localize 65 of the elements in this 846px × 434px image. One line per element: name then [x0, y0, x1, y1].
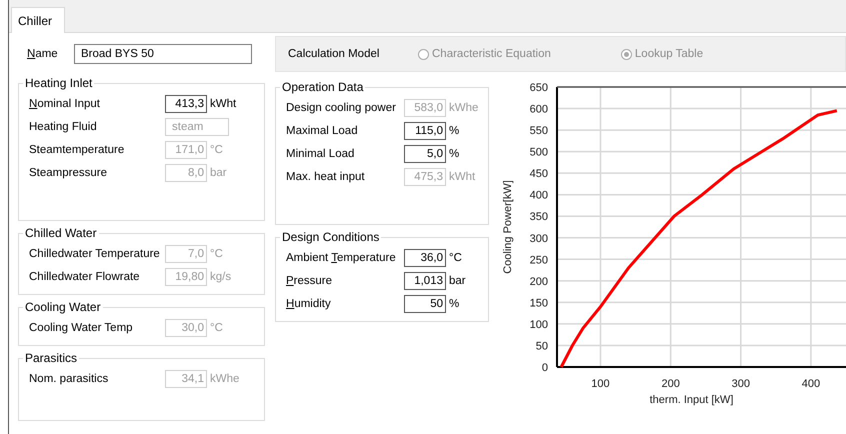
unit-label: °C: [210, 248, 223, 260]
input-field[interactable]: 413,3: [165, 94, 207, 112]
unit-label: kWhe: [210, 372, 240, 384]
field-label: Minimal Load: [286, 148, 356, 160]
field-label: Design cooling power: [286, 102, 397, 114]
field-label: Maximal Load: [286, 124, 359, 136]
group-title: Heating Inlet: [24, 76, 94, 90]
field-label: Chilledwater Flowrate: [29, 270, 141, 282]
x-tick-label: 300: [732, 378, 750, 390]
unit-label: %: [449, 298, 460, 310]
input-field[interactable]: 1,013: [404, 272, 446, 290]
unit-label: kWhe: [449, 102, 478, 114]
field-label: Cooling Water Temp: [29, 322, 134, 334]
group-title: Cooling Water: [24, 300, 102, 314]
unit-label: °C: [449, 252, 462, 264]
y-tick-label: 50: [536, 340, 548, 352]
y-tick-label: 450: [530, 168, 548, 180]
unit-label: kWht: [210, 98, 236, 110]
x-tick-label: 200: [661, 378, 680, 390]
unit-label: °C: [210, 144, 223, 156]
field-label: Max. heat input: [286, 170, 366, 182]
name-label: Name: [26, 48, 59, 60]
y-tick-label: 400: [530, 190, 548, 202]
input-field[interactable]: 5,0: [404, 144, 446, 162]
y-tick-label: 100: [530, 318, 548, 331]
y-tick-label: 200: [530, 276, 548, 288]
field-label: Nom. parasitics: [29, 372, 110, 384]
unit-label: %: [449, 124, 460, 136]
y-tick-label: 500: [530, 146, 548, 159]
field-label: Steamtemperature: [29, 144, 126, 156]
calculation-model-label: Calculation Model: [288, 48, 380, 60]
group-title: Chilled Water: [24, 226, 98, 240]
y-tick-label: 0: [542, 362, 548, 374]
field-label: Humidity: [286, 298, 332, 310]
y-tick-label: 150: [530, 297, 548, 310]
input-field[interactable]: 36,0: [404, 248, 446, 266]
field-label: Pressure: [286, 274, 334, 286]
y-tick-label: 350: [530, 211, 548, 224]
field-label: Chilledwater Temperature: [29, 248, 161, 260]
field-label: Steampressure: [29, 166, 108, 178]
group-title: Design Conditions: [281, 230, 380, 244]
unit-label: bar: [449, 274, 466, 286]
field-label: Heating Fluid: [29, 120, 98, 132]
group-title: Operation Data: [281, 80, 364, 94]
x-tick-label: 400: [802, 378, 820, 390]
y-tick-label: 550: [530, 125, 548, 138]
group-title: Parasitics: [24, 351, 78, 365]
name-field[interactable]: Broad BYS 50: [74, 44, 252, 64]
unit-label: bar: [210, 166, 227, 178]
input-field[interactable]: 115,0: [404, 122, 446, 140]
y-tick-label: 650: [530, 82, 548, 94]
y-tick-label: 300: [530, 232, 548, 245]
input-field[interactable]: 50: [404, 294, 446, 312]
unit-label: °C: [210, 322, 223, 334]
y-axis-title: Cooling Power[kW]: [502, 180, 514, 274]
unit-label: %: [449, 148, 460, 160]
x-tick-label: 100: [591, 378, 610, 390]
x-axis-title: therm. Input [kW]: [650, 394, 734, 406]
y-tick-label: 250: [530, 254, 548, 266]
field-label: Ambient Temperature: [286, 252, 397, 264]
tab[interactable]: Chiller: [11, 7, 66, 33]
unit-label: kg/s: [210, 270, 232, 282]
y-tick-label: 600: [530, 104, 548, 116]
unit-label: kWht: [449, 170, 476, 182]
field-label: Nominal Input: [29, 98, 101, 110]
